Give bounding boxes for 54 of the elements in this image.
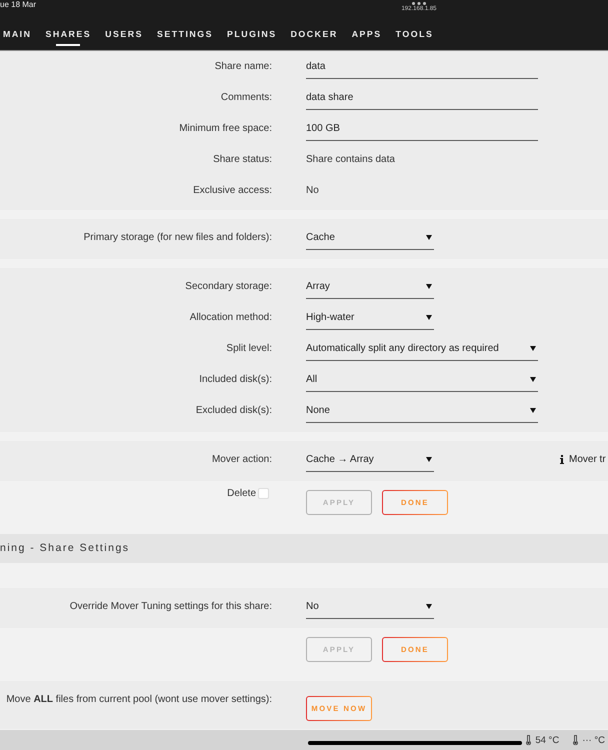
thermometer-icon xyxy=(573,735,578,745)
section-header: ning - Share Settings xyxy=(0,534,608,563)
field-label: Primary storage (for new files and folders): xyxy=(84,232,272,243)
field-label: Comments: xyxy=(220,92,272,103)
dropdown[interactable]: All xyxy=(306,372,538,392)
field-label: Move ALL files from current pool (wont use mover settings): xyxy=(6,694,272,705)
field-label: Allocation method: xyxy=(190,312,272,323)
dropdown[interactable]: None xyxy=(306,403,538,423)
nav-tab[interactable]: PLUGINS xyxy=(226,28,277,46)
temperature-text: ··· °C xyxy=(582,734,605,748)
temperature-text: 54 °C xyxy=(535,734,560,748)
field-label: Excluded disk(s): xyxy=(196,405,272,416)
nav-tab[interactable]: SETTINGS xyxy=(156,28,213,46)
caret-icon xyxy=(530,346,536,351)
field-label: Override Mover Tuning settings for this share: xyxy=(70,601,272,612)
info-text: Mover tr xyxy=(569,453,606,467)
nav-tab[interactable]: APPS xyxy=(352,28,382,46)
field-label: Minimum free space: xyxy=(179,123,272,134)
nav-tab[interactable]: MAIN xyxy=(3,28,32,46)
text-input[interactable]: data xyxy=(306,59,538,79)
field-label: Included disk(s): xyxy=(199,374,272,385)
caret-icon xyxy=(426,457,432,462)
field-value: Share contains data xyxy=(306,154,395,165)
date-text: ue 18 Mar xyxy=(0,0,38,9)
field-label: Share name: xyxy=(214,61,272,72)
caret-icon xyxy=(426,235,432,240)
text-input[interactable]: data share xyxy=(306,90,538,110)
delete-label: Delete xyxy=(227,487,256,501)
caret-icon xyxy=(530,377,536,382)
field-label: Exclusive access: xyxy=(193,185,272,196)
field-label: Secondary storage: xyxy=(185,281,272,292)
dropdown[interactable]: High-water xyxy=(306,310,434,330)
field-label: Split level: xyxy=(226,343,272,354)
nav-tab[interactable]: DOCKER xyxy=(290,28,338,46)
dropdown[interactable]: Cache → Array xyxy=(306,452,434,472)
dropdown[interactable]: Array xyxy=(306,279,434,299)
caret-icon xyxy=(426,604,432,609)
dropdown[interactable]: Cache xyxy=(306,230,434,250)
thermometer-icon xyxy=(526,735,532,745)
field-label: Share status: xyxy=(213,154,272,165)
nav-tab[interactable]: USERS xyxy=(105,28,143,46)
caret-icon xyxy=(426,315,432,320)
nav-tab[interactable]: TOOLS xyxy=(396,28,434,46)
field-label: Mover action: xyxy=(212,454,272,465)
checkbox[interactable] xyxy=(258,488,269,499)
text-input[interactable]: 100 GB xyxy=(306,121,538,141)
three-dots-icon[interactable] xyxy=(412,2,426,5)
field-value: No xyxy=(306,185,319,196)
dropdown[interactable]: No xyxy=(306,599,434,619)
caret-icon xyxy=(530,408,536,413)
caret-icon xyxy=(426,284,432,289)
info-icon[interactable] xyxy=(560,455,564,464)
nav-tab[interactable]: SHARES xyxy=(45,28,92,46)
dropdown[interactable]: Automatically split any directory as required xyxy=(306,341,538,361)
